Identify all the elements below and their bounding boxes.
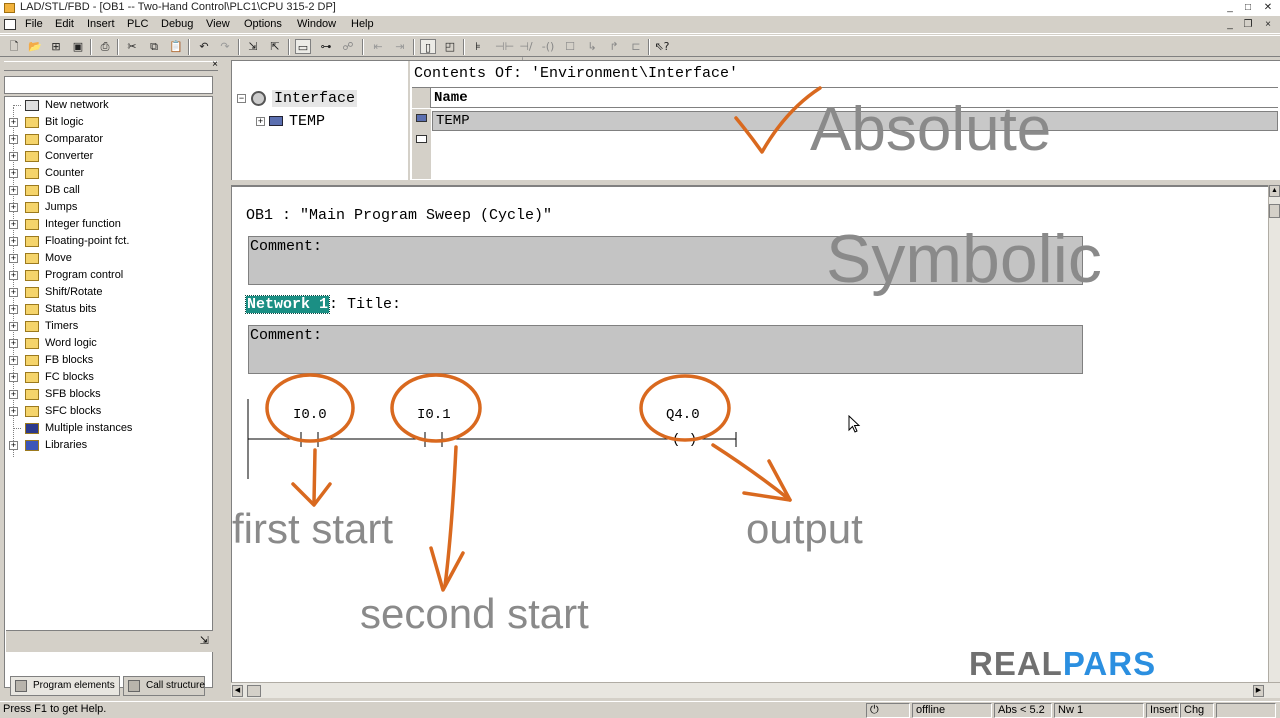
realpars-logo: REALPARS (969, 645, 1156, 683)
highlight-circle-contact-1 (265, 373, 355, 443)
logo-real: REAL (969, 645, 1063, 682)
arrow-second-start (443, 445, 458, 588)
annotation-layer (265, 86, 822, 592)
logo-pars: PARS (1062, 645, 1157, 682)
arrow-output (711, 443, 792, 502)
absolute-annotation: Absolute (810, 95, 1052, 164)
output-annotation: output (746, 505, 863, 552)
first-start-annotation: first start (232, 505, 394, 552)
second-start-annotation: second start (360, 590, 589, 637)
symbolic-annotation: Symbolic (826, 221, 1102, 297)
checkmark-icon (734, 86, 822, 154)
highlight-circle-contact-2 (390, 373, 482, 443)
highlight-circle-coil (639, 374, 731, 442)
arrow-first-start (312, 448, 317, 504)
